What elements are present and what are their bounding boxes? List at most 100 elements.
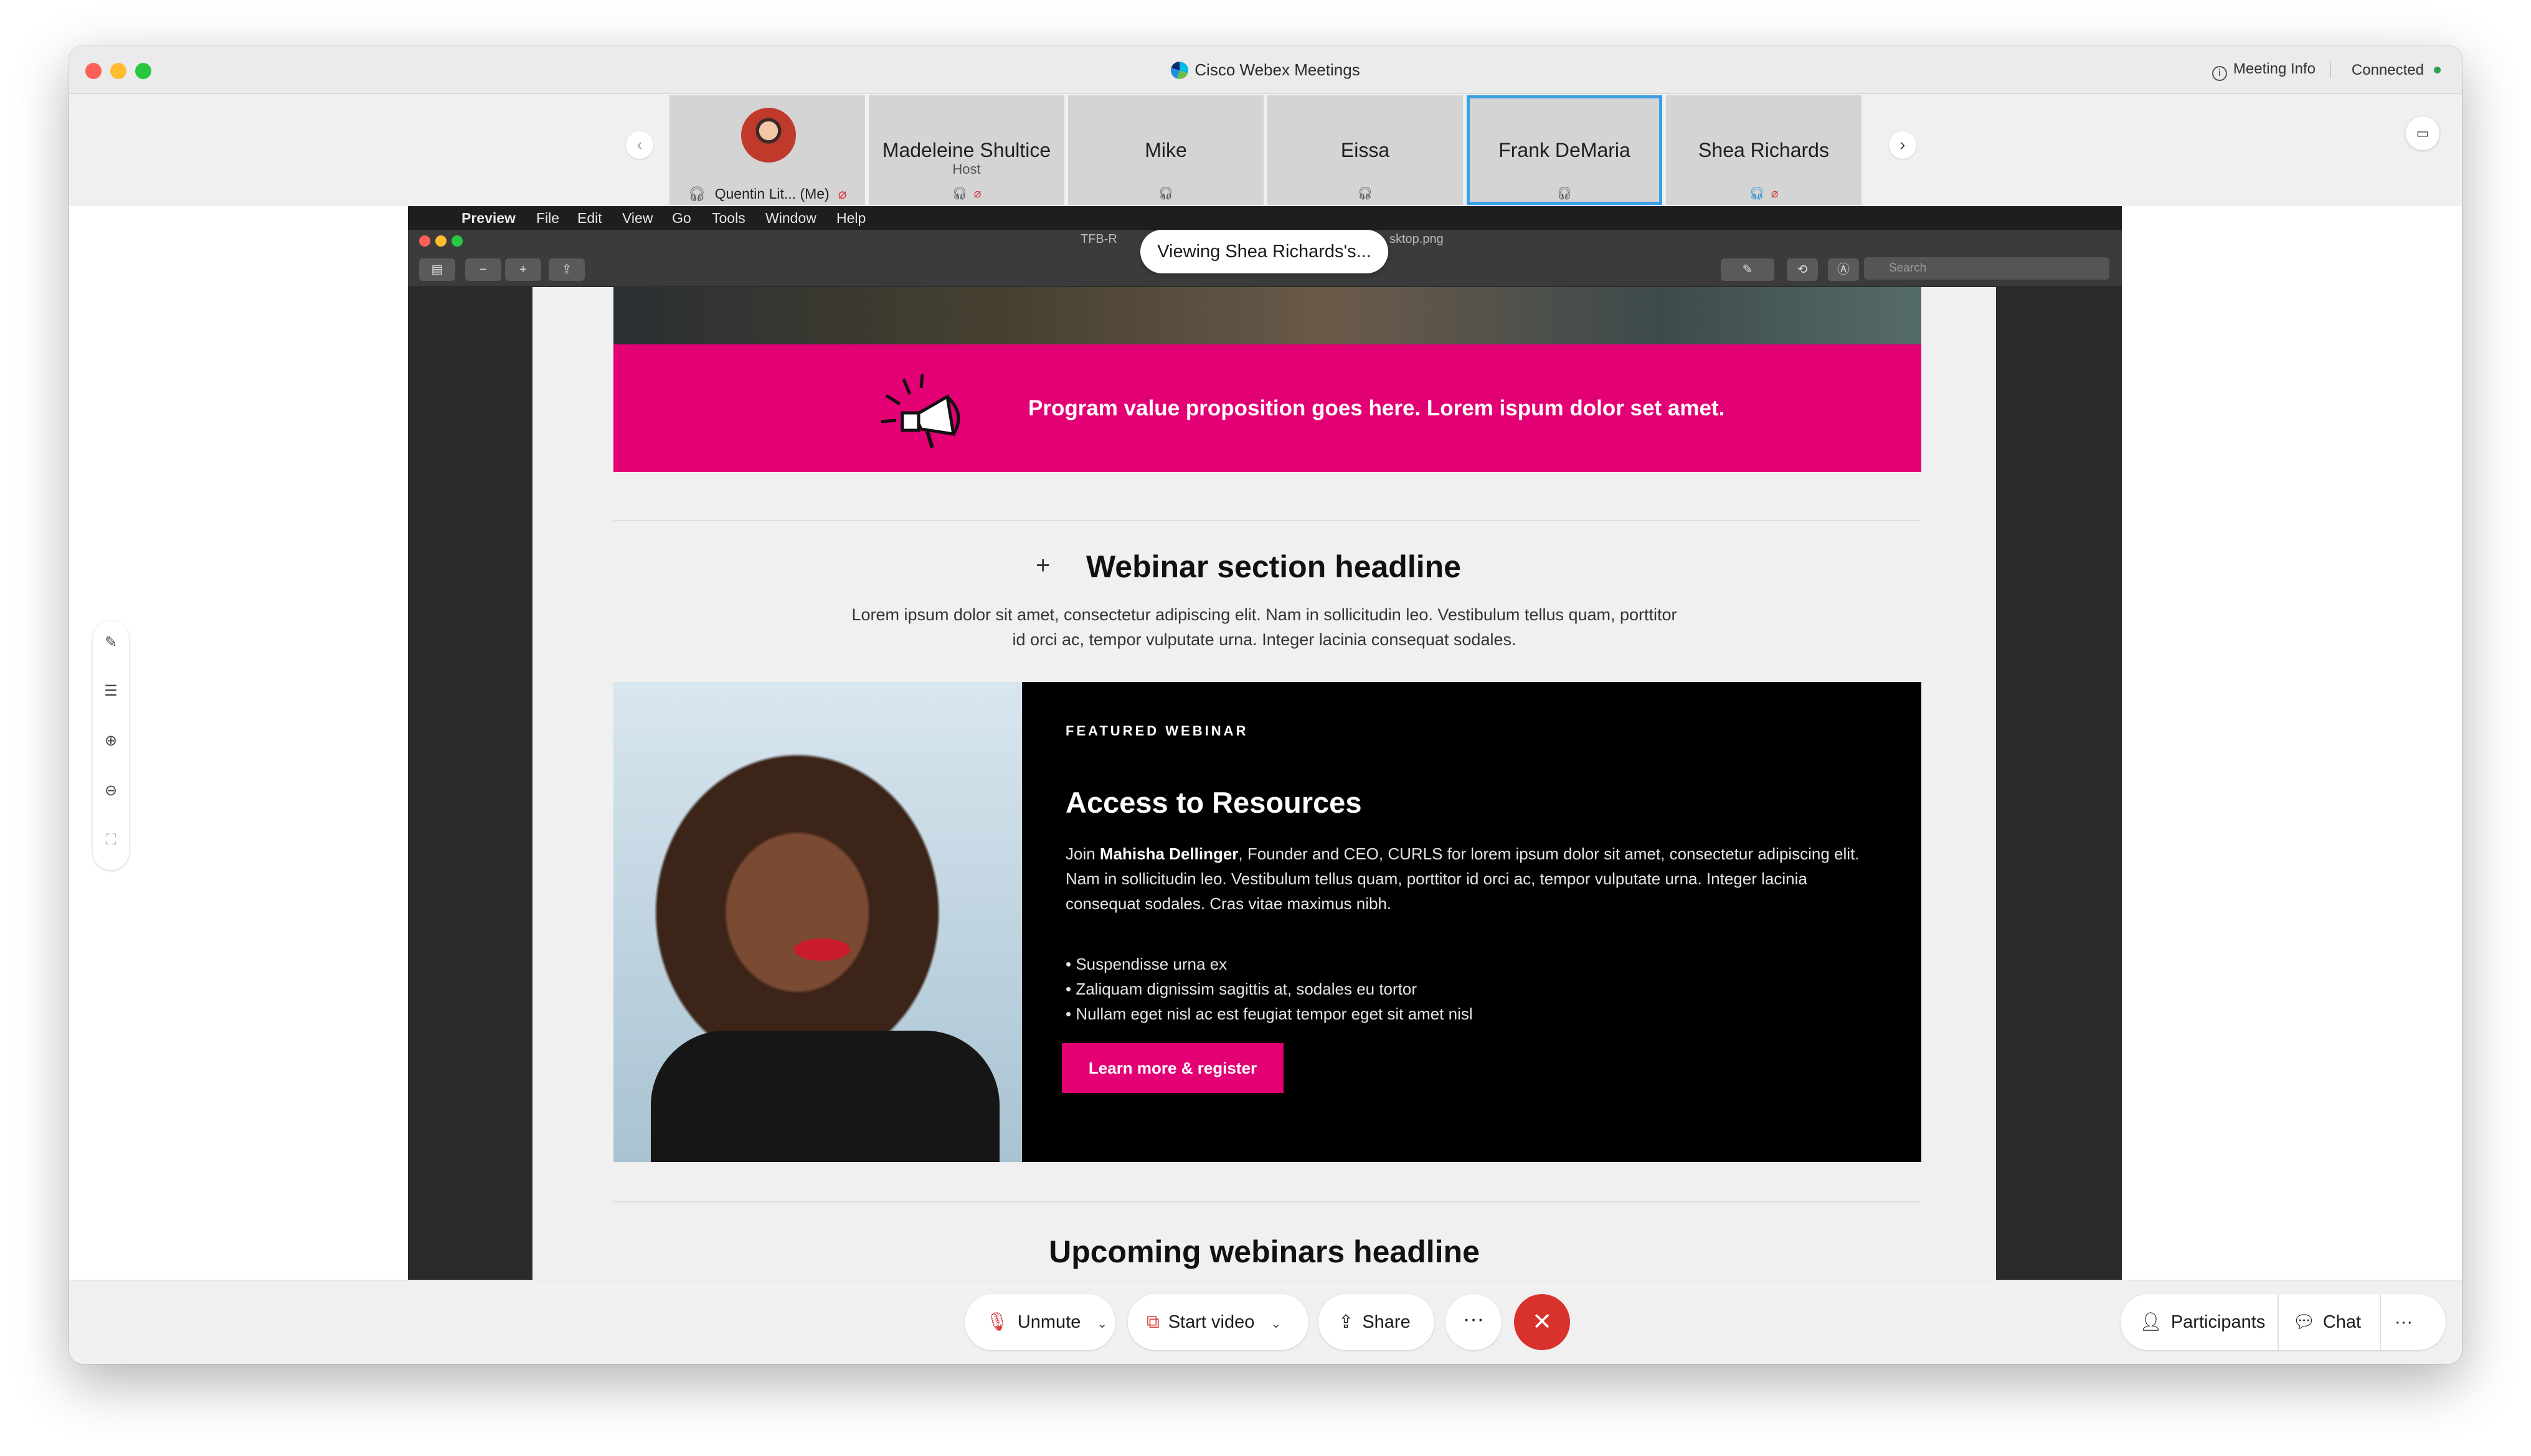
fit-screen-icon[interactable]: ⛶	[93, 831, 129, 849]
window-title: Cisco Webex Meetings	[69, 60, 2462, 80]
participant-tile[interactable]: Mike 🎧︎	[1068, 95, 1264, 205]
status-dot-icon	[2434, 67, 2441, 73]
unmute-button[interactable]: 🎙︎ Unmute ⌄	[965, 1294, 1115, 1350]
zoom-in-icon[interactable]: ⊕	[93, 732, 129, 750]
headset-icon: 🎧︎	[1357, 187, 1373, 201]
close-icon: ✕	[1532, 1309, 1552, 1335]
feature-kicker: FEATURED WEBINAR	[1066, 723, 1249, 739]
chat-icon: 💬︎	[2292, 1312, 2316, 1332]
hero-image	[613, 287, 1921, 344]
headset-icon: 🎧︎	[952, 187, 968, 201]
mic-muted-icon: ⌀	[1771, 187, 1779, 201]
mic-muted-icon: 🎙︎	[986, 1312, 1009, 1332]
webex-logo-icon	[1171, 62, 1189, 79]
webex-window: Cisco Webex Meetings i Meeting Info Conne…	[69, 45, 2462, 1364]
participant-strip: ‹ 🎧︎ Quentin Lit... (Me) ⌀ Madeleine Shult…	[69, 94, 2462, 206]
preview-zoom-out-icon: −	[465, 258, 501, 281]
preview-search-field: Search	[1864, 257, 2109, 280]
list-item: Suspendisse urna ex	[1066, 952, 1473, 976]
participant-name: Madeleine Shultice	[882, 139, 1051, 161]
file-name: TFB-R	[1081, 232, 1117, 246]
markup-icon: ✎	[1721, 258, 1774, 281]
participant-name: Mike	[1145, 139, 1187, 161]
list-item: Nullam eget nisl ac est feugiat tempor e…	[1066, 1001, 1472, 1026]
value-banner: Program value proposition goes here. Lor…	[613, 344, 1921, 472]
preview-share-icon: ⇪	[549, 258, 585, 281]
annotation-toolbar: ✎ ☰ ⊕ ⊖ ⛶	[93, 621, 129, 870]
speaker-photo	[613, 682, 1022, 1162]
chat-button[interactable]: 💬︎ Chat	[2292, 1294, 2361, 1350]
person-icon: 👤︎	[2139, 1312, 2162, 1332]
preview-zoom-in-icon: +	[505, 258, 541, 281]
headset-icon: 🎧︎	[1749, 187, 1765, 201]
avatar	[741, 108, 796, 163]
chevron-down-icon[interactable]: ⌄	[1270, 1296, 1281, 1352]
divider	[613, 1201, 1921, 1203]
participant-name: Shea Richards	[1698, 139, 1829, 161]
file-name-ext: sktop.png	[1389, 232, 1444, 246]
featured-webinar-card: FEATURED WEBINAR Access to Resources Joi…	[613, 682, 1921, 1162]
headset-icon: 🎧︎	[688, 186, 706, 202]
participant-name: Frank DeMaria	[1498, 139, 1630, 161]
panel-controls: 👤︎ Participants 💬︎ Chat ···	[2121, 1294, 2446, 1350]
info-icon: i	[2212, 66, 2227, 81]
feature-bullets: Suspendisse urna ex Zaliquam dignissim s…	[1066, 952, 1473, 1026]
sidebar-toggle-icon: ▤	[419, 258, 455, 281]
annotate-pen-icon[interactable]: ✎	[93, 633, 129, 651]
shared-content-stage: ✎ ☰ ⊕ ⊖ ⛶ Preview File Edit View Go Tool…	[69, 206, 2462, 1280]
annotate-icon: Ⓐ	[1828, 258, 1859, 281]
list-item: Zaliquam dignissim sagittis at, sodales …	[1066, 976, 1473, 1001]
rotate-icon: ⟲	[1787, 258, 1818, 281]
start-video-button[interactable]: ⧉ Start video ⌄	[1128, 1294, 1308, 1350]
meeting-controls: 🎙︎ Unmute ⌄ ⧉ Start video ⌄ ⇪ Share ··· ✕ 👤︎ P…	[69, 1280, 2462, 1364]
feature-body: Join Mahisha Dellinger, Founder and CEO,…	[1066, 844, 1860, 913]
participant-tile[interactable]: Madeleine Shultice Host 🎧︎ ⌀	[869, 95, 1064, 205]
participants-button[interactable]: 👤︎ Participants	[2139, 1294, 2265, 1350]
overflow-menu-button[interactable]: ···	[2395, 1294, 2413, 1350]
strip-prev-button[interactable]: ‹	[626, 131, 653, 159]
chevron-down-icon[interactable]: ⌄	[1097, 1296, 1107, 1352]
upcoming-headline: Upcoming webinars headline	[1049, 1234, 1480, 1269]
share-button[interactable]: ⇪ Share	[1318, 1294, 1434, 1350]
participant-tile-active[interactable]: Frank DeMaria 🎧︎	[1467, 95, 1662, 205]
headset-icon: 🎧︎	[1556, 187, 1573, 201]
participant-tile[interactable]: Shea Richards 🎧︎ ⌀	[1666, 95, 1862, 205]
shared-document: Program value proposition goes here. Lor…	[532, 287, 1996, 1280]
title-bar: Cisco Webex Meetings i Meeting Info Conne…	[69, 45, 2462, 94]
banner-text: Program value proposition goes here. Lor…	[1028, 396, 1725, 420]
megaphone-icon	[881, 374, 960, 448]
video-off-icon: ⧉	[1147, 1312, 1160, 1332]
more-options-button[interactable]: ···	[1445, 1294, 1502, 1350]
divider	[2380, 1294, 2381, 1350]
mic-muted-icon: ⌀	[973, 187, 982, 201]
connection-status: Connected	[2352, 62, 2441, 79]
layout-icon[interactable]: ▭	[2406, 116, 2439, 150]
mic-muted-icon: ⌀	[838, 186, 847, 202]
divider	[2278, 1294, 2279, 1350]
shared-menubar: Preview File Edit View Go Tools Window H…	[408, 206, 2122, 230]
share-icon: ⇪	[1338, 1312, 1354, 1332]
strip-next-button[interactable]: ›	[1889, 131, 1916, 159]
remote-control-icon[interactable]: ☰	[93, 682, 129, 700]
zoom-out-icon[interactable]: ⊖	[93, 782, 129, 800]
participant-role: Host	[952, 161, 981, 177]
preview-close-icon	[419, 235, 430, 247]
participant-name: Quentin Lit...	[714, 186, 797, 202]
headset-icon: 🎧︎	[1158, 187, 1174, 201]
shared-screen: Preview File Edit View Go Tools Window H…	[408, 206, 2122, 1280]
learn-more-button[interactable]: Learn more & register	[1062, 1043, 1284, 1093]
participant-tile[interactable]: Eissa 🎧︎	[1267, 95, 1463, 205]
preview-zoom-icon	[452, 235, 463, 247]
divider	[2330, 62, 2331, 78]
viewing-badge: Viewing Shea Richards's...	[1140, 230, 1388, 273]
end-call-button[interactable]: ✕	[1514, 1294, 1570, 1350]
participant-tile-me[interactable]: 🎧︎ Quentin Lit... (Me) ⌀	[669, 95, 865, 205]
section-lead: Lorem ipsum dolor sit amet, consectetur …	[851, 605, 1677, 649]
preview-minimize-icon	[435, 235, 447, 247]
meeting-info-button[interactable]: i Meeting Info	[2212, 60, 2316, 81]
participant-name: Eissa	[1340, 139, 1390, 161]
feature-title: Access to Resources	[1066, 786, 1362, 819]
divider	[613, 520, 1921, 521]
section-headline: Webinar section headline	[1086, 549, 1461, 584]
participant-suffix: (Me)	[800, 186, 830, 202]
